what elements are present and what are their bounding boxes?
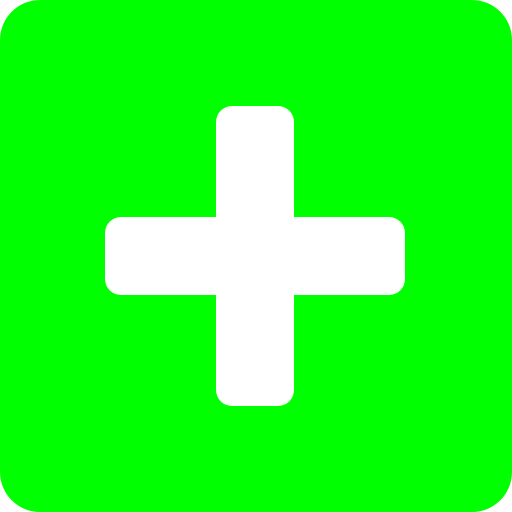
plus-icon (105, 106, 405, 406)
plus-horizontal-bar (105, 217, 405, 295)
add-button[interactable] (0, 0, 512, 512)
